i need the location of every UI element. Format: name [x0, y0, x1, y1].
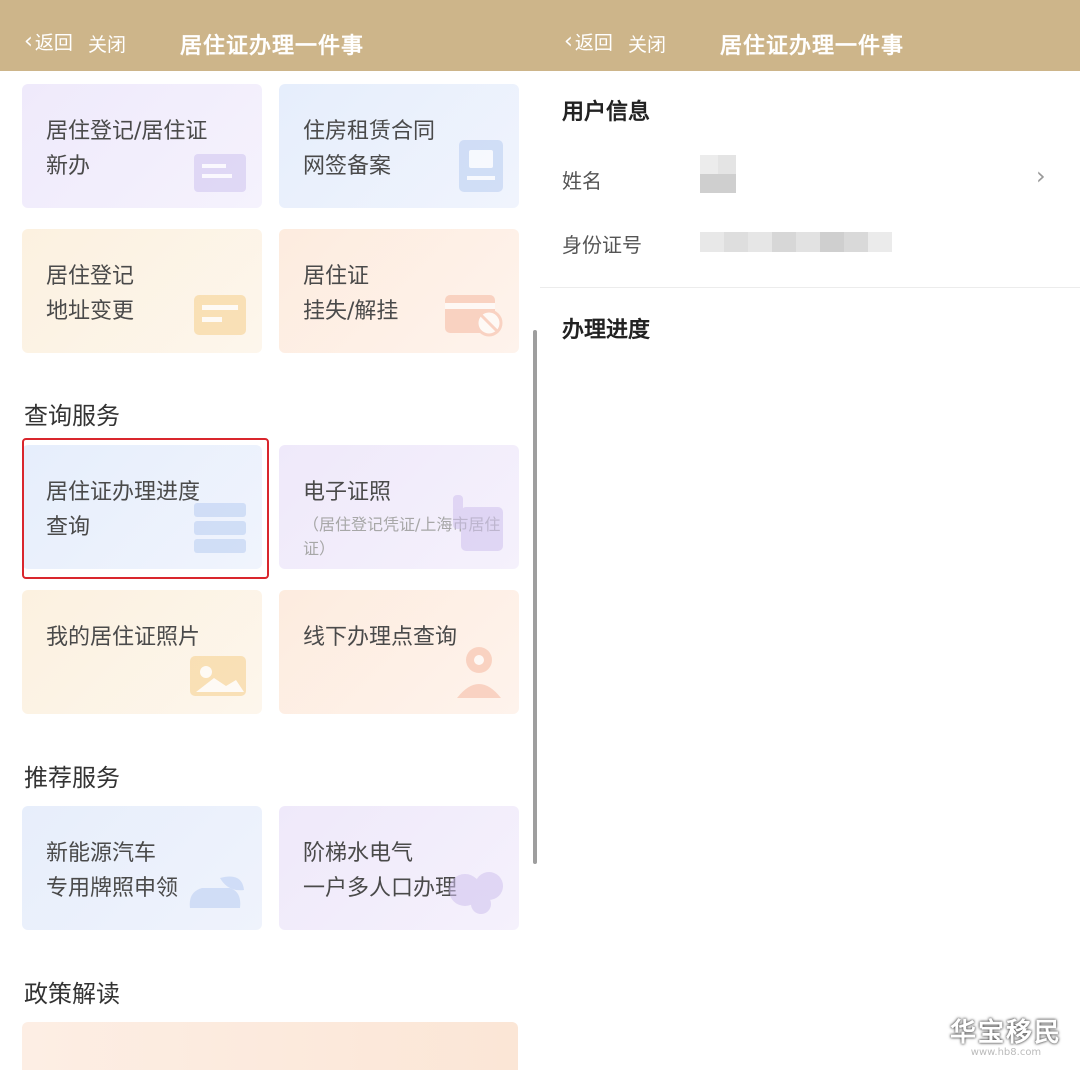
back-label: 返回: [34, 32, 73, 54]
photo-icon: [190, 656, 246, 696]
utilities-icon: [449, 872, 503, 914]
card-line1: 电子证照: [303, 480, 392, 505]
card-line1: 阶梯水电气: [303, 841, 414, 866]
card-line1: 居住证: [303, 264, 370, 289]
right-panel: ‹ 返回 关闭 居住证办理一件事 用户信息 姓名 › 身份证号 办理进度 华宝移…: [540, 0, 1080, 1070]
card-forbidden-icon: [445, 295, 503, 337]
card-line2: 地址变更: [46, 299, 135, 324]
card-offline-office[interactable]: 线下办理点查询: [279, 590, 519, 714]
car-leaf-icon: [189, 876, 244, 908]
certificate-hand-icon: [453, 495, 503, 551]
back-button[interactable]: ‹ 返回: [564, 28, 613, 55]
contract-icon: [459, 140, 503, 192]
card-line2: 挂失/解挂: [303, 299, 399, 324]
location-person-icon: [457, 647, 501, 698]
card-line2: 一户多人口办理: [303, 876, 458, 901]
watermark: 华宝移民 www.hb8.com: [950, 1012, 1062, 1058]
card-residence-register-new[interactable]: 居住登记/居住证 新办: [22, 84, 262, 208]
card-line1: 线下办理点查询: [303, 625, 458, 650]
progress-title: 办理进度: [562, 318, 651, 343]
user-info-title: 用户信息: [562, 100, 651, 125]
top-nav-bar: ‹ 返回 关闭 居住证办理一件事: [0, 0, 540, 71]
card-housing-lease-contract[interactable]: 住房租赁合同 网签备案: [279, 84, 519, 208]
card-line1: 新能源汽车: [46, 841, 157, 866]
card-tiered-utilities[interactable]: 阶梯水电气一户多人口办理: [279, 806, 519, 930]
watermark-text: 华宝移民: [949, 1018, 1062, 1048]
card-line2: 新办: [46, 154, 91, 179]
id-number-label: 身份证号: [562, 233, 642, 257]
card-report-loss[interactable]: 居住证挂失/解挂: [279, 229, 519, 353]
close-button[interactable]: 关闭: [628, 30, 666, 57]
divider: [540, 287, 1080, 288]
highlight-box: [22, 438, 269, 579]
top-nav-bar: ‹ 返回 关闭 居住证办理一件事: [540, 0, 1080, 71]
id-card-icon: [194, 295, 246, 335]
card-line1: 居住登记/居住证: [46, 119, 208, 144]
page-title: 居住证办理一件事: [180, 34, 365, 59]
name-value-redacted: [700, 155, 736, 193]
card-line1: 住房租赁合同: [303, 119, 436, 144]
chevron-right-icon[interactable]: ›: [1036, 162, 1046, 190]
card-new-energy-plate[interactable]: 新能源汽车专用牌照申领: [22, 806, 262, 930]
card-line1: 居住登记: [46, 264, 135, 289]
chevron-left-icon: ‹: [564, 28, 573, 54]
chevron-left-icon: ‹: [24, 28, 33, 54]
section-title-policy: 政策解读: [24, 980, 120, 1008]
page-title: 居住证办理一件事: [720, 34, 905, 59]
card-e-certificate[interactable]: 电子证照 （居住登记凭证/上海市居住证）: [279, 445, 519, 569]
left-panel: ‹ 返回 关闭 居住证办理一件事 居住登记/居住证 新办 住房租赁合同 网签备案 居…: [0, 0, 540, 1070]
section-title-recommend: 推荐服务: [24, 764, 120, 792]
scrollbar[interactable]: [533, 330, 537, 864]
policy-banner-card[interactable]: [22, 1022, 518, 1070]
document-icon: [194, 154, 246, 192]
close-button[interactable]: 关闭: [88, 30, 126, 57]
id-number-value-redacted: [700, 232, 892, 252]
card-my-photo[interactable]: 我的居住证照片: [22, 590, 262, 714]
back-button[interactable]: ‹ 返回: [24, 28, 73, 55]
card-line2: 专用牌照申领: [46, 876, 179, 901]
name-label: 姓名: [562, 169, 602, 193]
card-line1: 我的居住证照片: [46, 625, 201, 650]
card-address-change[interactable]: 居住登记 地址变更: [22, 229, 262, 353]
card-line2: 网签备案: [303, 154, 392, 179]
section-title-query: 查询服务: [24, 402, 120, 430]
back-label: 返回: [574, 32, 613, 54]
